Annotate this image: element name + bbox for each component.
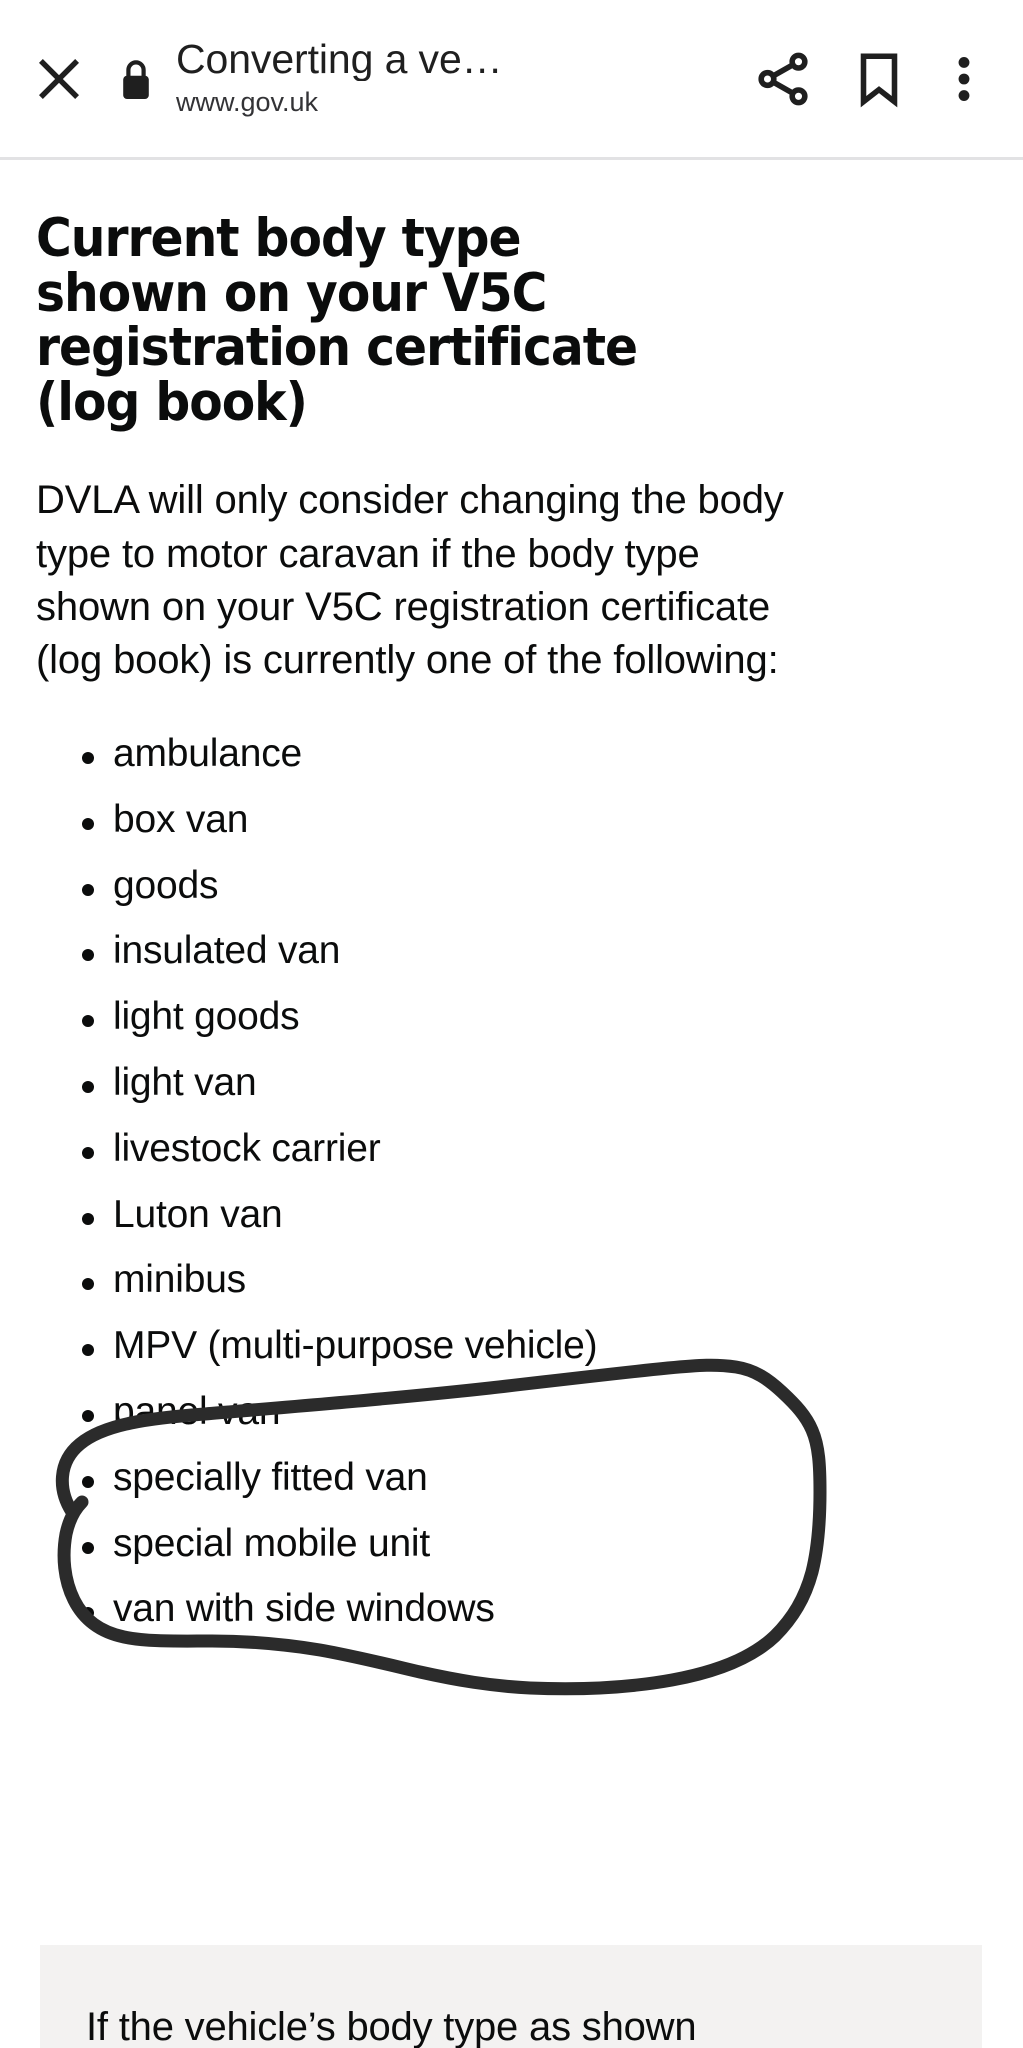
page-title: Converting a ve…	[176, 36, 503, 82]
overflow-menu-button[interactable]	[927, 31, 1001, 127]
three-dots-vertical-icon	[958, 56, 970, 101]
list-item: light goods	[82, 994, 987, 1041]
list-item: goods	[82, 863, 987, 910]
lock-icon	[114, 57, 158, 103]
list-item: light van	[82, 1060, 987, 1107]
bookmark-icon	[860, 52, 898, 107]
list-item: panel van	[82, 1389, 987, 1436]
list-item: van with side windows	[82, 1586, 987, 1633]
list-item: minibus	[82, 1257, 987, 1304]
list-item: Luton van	[82, 1192, 987, 1239]
list-item: special mobile unit	[82, 1521, 987, 1568]
list-item: box van	[82, 797, 987, 844]
intro-paragraph: DVLA will only consider changing the bod…	[36, 478, 784, 682]
list-item: specially fitted van	[82, 1455, 987, 1502]
share-icon	[758, 52, 808, 105]
body-type-list: ambulance box van goods insulated van li…	[36, 731, 987, 1633]
address-title-block[interactable]: Converting a ve… www.gov.uk	[176, 37, 721, 120]
list-item: ambulance	[82, 731, 987, 778]
list-item: insulated van	[82, 928, 987, 975]
information-callout-box: If the vehicle’s body type as shown	[40, 1945, 982, 2048]
browser-toolbar: Converting a ve… www.gov.uk	[0, 0, 1023, 160]
bookmark-button[interactable]	[831, 31, 927, 127]
page-url: www.gov.uk	[176, 87, 319, 118]
close-button[interactable]	[28, 48, 90, 110]
share-button[interactable]	[735, 31, 831, 127]
close-icon	[38, 58, 80, 99]
page-content: Current body type shown on your V5C regi…	[0, 208, 1023, 1633]
list-item: livestock carrier	[82, 1126, 987, 1173]
callout-text: If the vehicle’s body type as shown	[86, 2005, 697, 2048]
page-heading: Current body type shown on your V5C regi…	[36, 208, 638, 433]
toolbar-actions	[735, 31, 1001, 127]
list-item-mpv: MPV (multi-purpose vehicle)	[82, 1323, 987, 1370]
